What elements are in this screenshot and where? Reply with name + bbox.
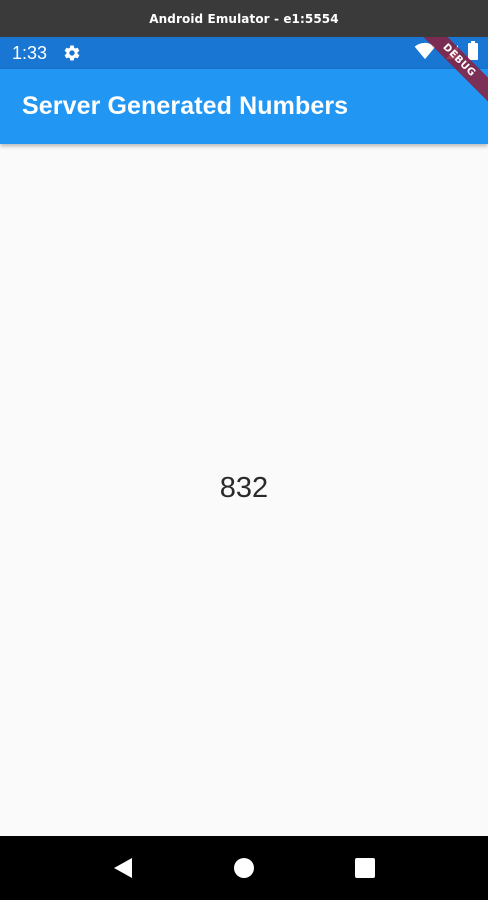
generated-number: 832	[219, 471, 269, 504]
app-bar-title: Server Generated Numbers	[22, 92, 349, 120]
navigation-bar	[0, 836, 488, 900]
emulator-title-bar[interactable]: Android Emulator - e1:5554	[0, 0, 488, 37]
status-time: 1:33	[12, 42, 48, 63]
home-icon[interactable]	[232, 856, 256, 880]
app-bar: Server Generated Numbers	[0, 69, 488, 144]
signal-icon	[444, 42, 460, 65]
settings-gear-icon	[63, 44, 81, 62]
wifi-icon	[414, 42, 436, 65]
recents-icon[interactable]	[353, 856, 377, 880]
main-content: 832	[0, 144, 488, 836]
status-icons	[414, 41, 478, 65]
emulator-window: Android Emulator - e1:5554 1:33 Server G…	[0, 0, 488, 900]
status-bar: 1:33	[0, 37, 488, 69]
emulator-title: Android Emulator - e1:5554	[149, 11, 339, 26]
back-icon[interactable]	[111, 856, 135, 880]
battery-icon	[468, 41, 478, 65]
